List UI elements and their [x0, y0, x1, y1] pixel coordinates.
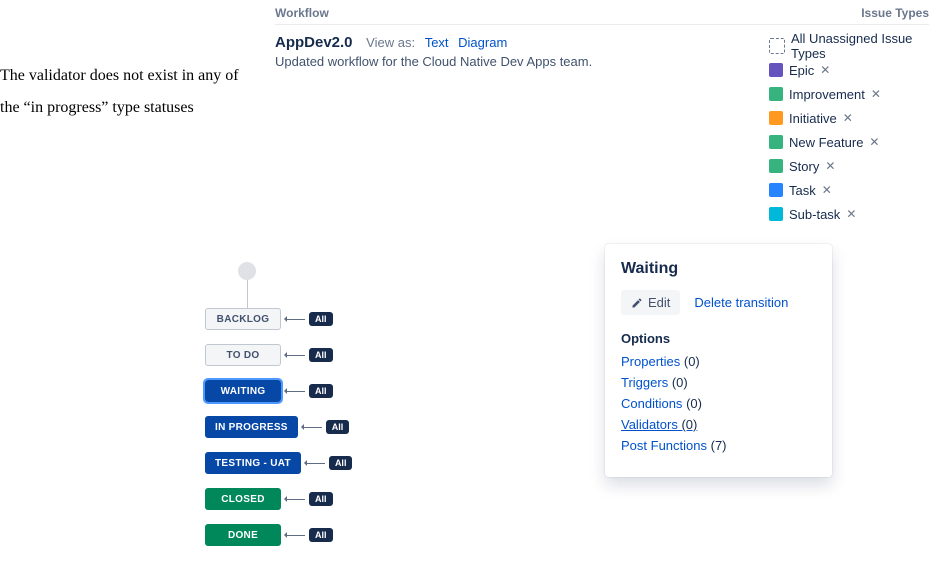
remove-issue-type-icon[interactable]: ✕ — [846, 207, 856, 221]
options-heading: Options — [621, 331, 816, 346]
issue-type-initiative[interactable]: Initiative ✕ — [769, 106, 929, 130]
view-as-label: View as: Text Diagram — [366, 35, 507, 50]
issue-type-icon — [769, 111, 783, 125]
remove-issue-type-icon[interactable]: ✕ — [871, 87, 881, 101]
option-post-functions[interactable]: Post Functions (7) — [621, 438, 816, 453]
issue-type-icon — [769, 135, 783, 149]
status-row-backlog: BACKLOG All — [205, 308, 352, 330]
issue-types-list: All Unassigned Issue TypesEpic✕Improveme… — [769, 34, 929, 226]
all-transition-badge[interactable]: All — [309, 348, 333, 362]
issue-type-label: Task — [789, 183, 816, 198]
issue-type-label: Improvement — [789, 87, 865, 102]
column-headers: Workflow Issue Types — [275, 6, 929, 25]
remove-issue-type-icon[interactable]: ✕ — [869, 135, 879, 149]
workflow-name: AppDev2.0 — [275, 34, 353, 51]
option-properties[interactable]: Properties (0) — [621, 354, 816, 369]
transition-arrow — [285, 355, 305, 356]
all-transition-badge[interactable]: All — [309, 312, 333, 326]
issue-type-label: Initiative — [789, 111, 837, 126]
issue-type-label: Sub-task — [789, 207, 840, 222]
transition-arrow — [285, 391, 305, 392]
edit-button[interactable]: Edit — [621, 290, 680, 315]
issue-type-icon — [769, 63, 783, 77]
status-row-in-progress: IN PROGRESS All — [205, 416, 352, 438]
issue-type-label: New Feature — [789, 135, 863, 150]
transition-panel: Waiting Edit Delete transition Options P… — [605, 244, 832, 477]
status-waiting[interactable]: WAITING — [205, 380, 281, 402]
view-text-link[interactable]: Text — [425, 35, 449, 50]
option-triggers[interactable]: Triggers (0) — [621, 375, 816, 390]
issue-type-icon — [769, 87, 783, 101]
status-row-testing---uat: TESTING - UAT All — [205, 452, 352, 474]
view-diagram-link[interactable]: Diagram — [458, 35, 507, 50]
option-label: Triggers — [621, 375, 668, 390]
status-row-to-do: TO DO All — [205, 344, 352, 366]
status-closed[interactable]: CLOSED — [205, 488, 281, 510]
transition-arrow — [302, 427, 322, 428]
all-transition-badge[interactable]: All — [329, 456, 353, 470]
status-row-waiting: WAITING All — [205, 380, 352, 402]
transition-arrow — [285, 319, 305, 320]
all-transition-badge[interactable]: All — [309, 384, 333, 398]
workflow-header: Workflow — [275, 6, 329, 20]
issue-type-icon — [769, 159, 783, 173]
option-count: (7) — [711, 438, 727, 453]
all-transition-badge[interactable]: All — [309, 492, 333, 506]
all-transition-badge[interactable]: All — [309, 528, 333, 542]
transition-arrow — [305, 463, 325, 464]
remove-issue-type-icon[interactable]: ✕ — [843, 111, 853, 125]
issue-type-icon — [769, 207, 783, 221]
start-node[interactable] — [238, 262, 256, 280]
status-in-progress[interactable]: IN PROGRESS — [205, 416, 298, 438]
option-label: Properties — [621, 354, 680, 369]
issue-type-epic[interactable]: Epic ✕ — [769, 58, 929, 82]
delete-transition-link[interactable]: Delete transition — [694, 295, 788, 310]
workflow-title-row: AppDev2.0 View as: Text Diagram — [275, 34, 507, 51]
status-to-do[interactable]: TO DO — [205, 344, 281, 366]
remove-issue-type-icon[interactable]: ✕ — [825, 159, 835, 173]
transition-arrow — [285, 535, 305, 536]
option-count: (0) — [686, 396, 702, 411]
status-testing---uat[interactable]: TESTING - UAT — [205, 452, 301, 474]
edit-button-label: Edit — [648, 295, 670, 310]
option-conditions[interactable]: Conditions (0) — [621, 396, 816, 411]
all-transition-badge[interactable]: All — [326, 420, 350, 434]
issue-type-icon — [769, 183, 783, 197]
status-row-done: DONE All — [205, 524, 352, 546]
issue-type-sub-task[interactable]: Sub-task ✕ — [769, 202, 929, 226]
workflow-description: Updated workflow for the Cloud Native De… — [275, 54, 592, 69]
issue-type-task[interactable]: Task ✕ — [769, 178, 929, 202]
option-count: (0) — [672, 375, 688, 390]
issue-types-header: Issue Types — [861, 6, 929, 20]
remove-issue-type-icon[interactable]: ✕ — [822, 183, 832, 197]
issue-type-all-unassigned-issue-types[interactable]: All Unassigned Issue Types — [769, 34, 929, 58]
option-count: (0) — [681, 417, 697, 432]
workflow-diagram[interactable]: BACKLOG All TO DO All WAITING All IN PROGRESS A… — [205, 270, 352, 522]
option-validators[interactable]: Validators (0) — [621, 417, 816, 432]
option-count: (0) — [684, 354, 700, 369]
issue-type-new-feature[interactable]: New Feature ✕ — [769, 130, 929, 154]
issue-type-improvement[interactable]: Improvement ✕ — [769, 82, 929, 106]
status-done[interactable]: DONE — [205, 524, 281, 546]
issue-type-story[interactable]: Story ✕ — [769, 154, 929, 178]
option-label: Validators — [621, 417, 678, 432]
remove-issue-type-icon[interactable]: ✕ — [820, 63, 830, 77]
issue-type-label: All Unassigned Issue Types — [791, 31, 929, 61]
option-label: Conditions — [621, 396, 682, 411]
pencil-icon — [631, 297, 643, 309]
external-annotation: The validator does not exist in any of t… — [0, 60, 260, 124]
panel-title: Waiting — [621, 260, 816, 278]
status-row-closed: CLOSED All — [205, 488, 352, 510]
transition-arrow — [285, 499, 305, 500]
option-label: Post Functions — [621, 438, 707, 453]
issue-type-label: Epic — [789, 63, 814, 78]
issue-type-icon — [769, 38, 785, 54]
view-as-text: View as: — [366, 35, 415, 50]
issue-type-label: Story — [789, 159, 819, 174]
status-backlog[interactable]: BACKLOG — [205, 308, 281, 330]
